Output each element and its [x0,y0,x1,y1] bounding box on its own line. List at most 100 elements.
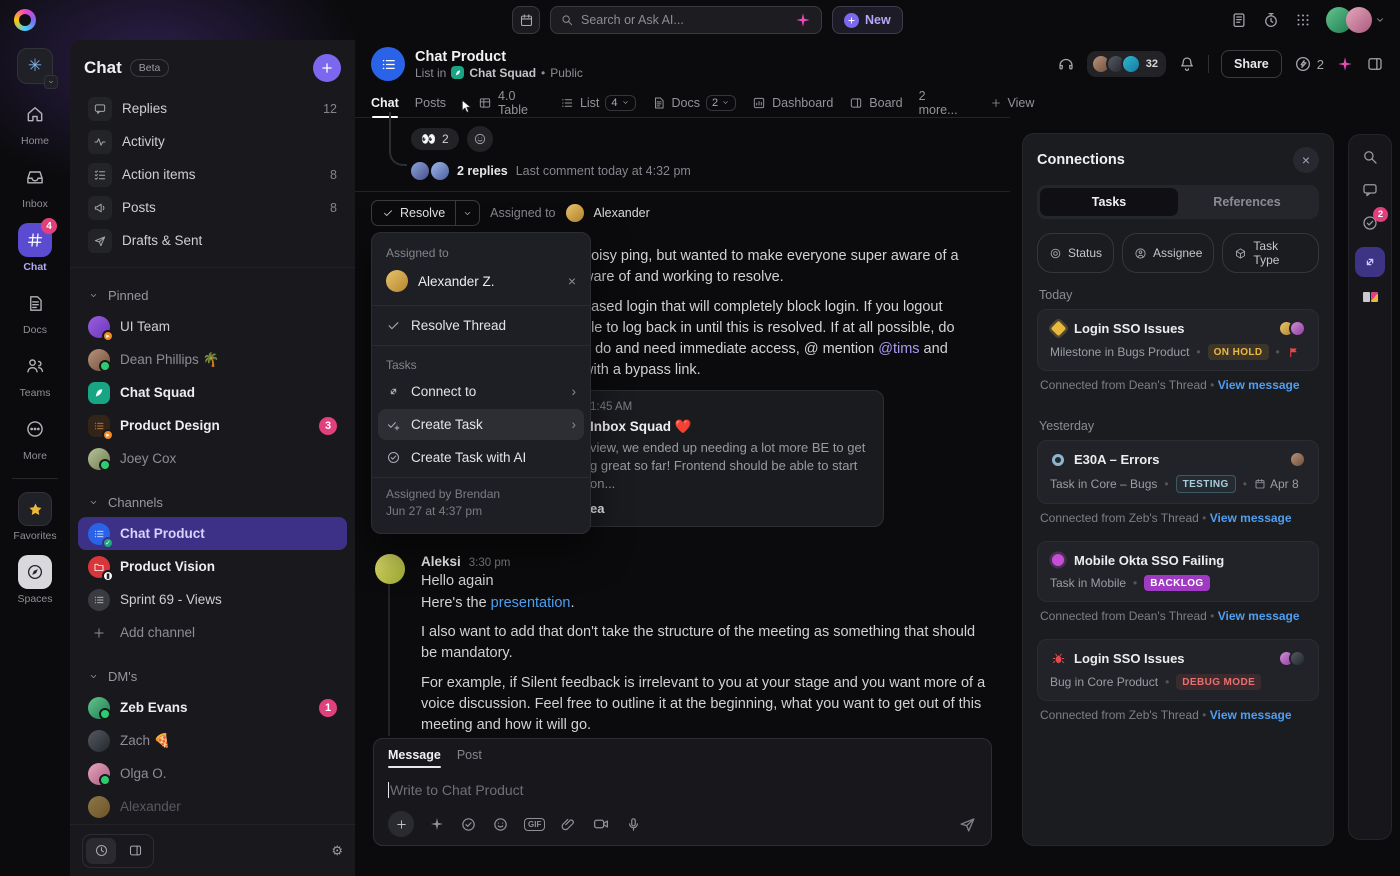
tab-board[interactable]: Board [849,88,902,117]
rail-item-inbox[interactable]: Inbox [18,160,52,210]
new-chat-button[interactable] [313,54,341,82]
rail-item-favorites[interactable]: Favorites [13,492,56,542]
rail-item-spaces[interactable]: Spaces [17,555,52,605]
resolve-dropdown-button[interactable] [455,201,479,225]
members-button[interactable]: 32 [1087,51,1166,77]
attach-plus-button[interactable] [388,811,414,837]
ai-sparkle-icon[interactable] [794,11,812,29]
search-icon[interactable] [1361,148,1379,166]
settings-gear-icon[interactable]: ⚙ [331,843,343,859]
sidebar-item-zach[interactable]: Zach 🍕 [78,724,347,757]
sidebar-item-posts[interactable]: Posts 8 [78,191,347,224]
tab-list[interactable]: List 4 [560,88,636,117]
action-items-icon[interactable]: 2 [1361,214,1379,232]
sidebar-item-action-items[interactable]: Action items 8 [78,158,347,191]
view-message-link[interactable]: View message [1210,708,1292,722]
microphone-icon[interactable] [625,816,642,833]
sidebar-item-alexander[interactable]: Alexander [78,790,347,823]
gif-button[interactable]: GIF [524,818,545,831]
sidebar-item-drafts-sent[interactable]: Drafts & Sent [78,224,347,257]
task-check-icon[interactable] [460,816,477,833]
notifications-bell-icon[interactable] [1178,55,1196,73]
tab-docs[interactable]: Docs 2 [652,88,737,117]
add-reaction-button[interactable] [467,126,493,152]
presentation-link[interactable]: presentation [491,595,571,611]
account-avatars[interactable] [1326,7,1386,33]
rail-item-docs[interactable]: Docs [18,286,52,336]
composer-input[interactable] [390,782,977,798]
menu-assignee-row[interactable]: Alexander Z. × [372,263,590,302]
tab-references[interactable]: References [1178,188,1316,216]
tab-dashboard[interactable]: Dashboard [752,88,833,117]
sidebar-item-chat-squad[interactable]: Chat Squad [78,376,347,409]
rail-item-teams[interactable]: Teams [18,349,52,399]
attachment-paperclip-icon[interactable] [560,816,577,833]
remove-assignee-icon[interactable]: × [568,273,576,289]
search-input[interactable] [581,13,787,27]
sidebar-item-olga[interactable]: Olga O. [78,757,347,790]
sidebar-item-product-vision[interactable]: ▮ Product Vision [78,550,347,583]
share-button[interactable]: Share [1221,50,1282,78]
add-channel-button[interactable]: Add channel [78,616,347,649]
menu-item-connect-to[interactable]: Connect to › [372,375,590,408]
sidebar-item-product-design[interactable]: ▸ Product Design 3 [78,409,347,442]
sidebar-item-ui-team[interactable]: ▸ UI Team [78,310,347,343]
tab-tasks[interactable]: Tasks [1040,188,1178,216]
view-message-link[interactable]: View message [1218,378,1300,392]
flash-activity-button[interactable]: 2 [1294,55,1324,73]
send-button[interactable] [958,815,977,834]
connection-card[interactable]: Mobile Okta SSO Failing Task in Mobile •… [1037,541,1319,602]
clickup-logo[interactable] [14,9,36,31]
comments-icon[interactable] [1361,181,1379,199]
tab-posts[interactable]: Posts [415,88,446,117]
sidebar-item-chat-product[interactable]: ✓ Chat Product [78,517,347,550]
sidebar-item-joey-cox[interactable]: Joey Cox [78,442,347,475]
section-channels[interactable]: Channels [70,487,355,517]
timer-icon[interactable] [1262,11,1280,29]
view-message-link[interactable]: View message [1210,511,1292,525]
reaction-pill[interactable]: 👀 2 [411,128,459,150]
panel-toggle-icon[interactable] [1366,55,1384,73]
rail-item-more[interactable]: More [18,412,52,462]
tabs-more[interactable]: 2 more... [919,88,958,117]
tab-table[interactable]: 4.0 Table [478,88,528,117]
ai-sparkle-icon[interactable] [1336,55,1354,73]
sidebar-item-zeb-evans[interactable]: Zeb Evans 1 [78,691,347,724]
thread-replies-row[interactable]: 2 replies Last comment today at 4:32 pm [411,162,691,180]
apps-grid-icon[interactable] [1294,11,1312,29]
sidebar-item-sprint-69-views[interactable]: Sprint 69 - Views [78,583,347,616]
section-dms[interactable]: DM's [70,661,355,691]
filter-status[interactable]: Status [1037,233,1114,273]
menu-item-create-task[interactable]: Create Task › [378,409,584,440]
assignee-name[interactable]: Alexander [594,206,650,220]
tags-icon[interactable] [1363,292,1378,302]
resolve-button[interactable]: Resolve [372,201,455,225]
author-name[interactable]: Aleksi [421,554,461,569]
filter-assignee[interactable]: Assignee [1122,233,1214,273]
huddle-headphones-icon[interactable] [1057,55,1075,73]
space-name[interactable]: Chat Squad [469,66,536,80]
section-pinned[interactable]: Pinned [70,280,355,310]
quoted-message-card[interactable]: 1:45 AM Inbox Squad ❤️ view, we ended up… [576,390,884,527]
close-icon[interactable]: × [1293,147,1319,173]
task-title[interactable]: E30A – Errors [1074,452,1281,467]
ai-sparkle-icon[interactable] [429,816,445,832]
view-message-link[interactable]: View message [1218,609,1300,623]
composer-tab-post[interactable]: Post [457,748,482,768]
calendar-button[interactable] [512,6,540,34]
menu-item-resolve-thread[interactable]: Resolve Thread [372,309,590,342]
emoji-icon[interactable] [492,816,509,833]
task-title[interactable]: Login SSO Issues [1074,321,1270,336]
list-view-toggle-button[interactable] [120,838,150,864]
sidebar-item-activity[interactable]: Activity [78,125,347,158]
task-title[interactable]: Mobile Okta SSO Failing [1074,553,1306,568]
filter-task-type[interactable]: Task Type [1222,233,1319,273]
replies-count[interactable]: 2 replies [457,164,508,178]
recent-toggle-button[interactable] [86,838,116,864]
list-count-pill[interactable]: 4 [605,95,635,111]
add-view-button[interactable]: View [990,88,1035,117]
notepad-icon[interactable] [1230,11,1248,29]
menu-item-create-task-ai[interactable]: Create Task with AI [372,441,590,474]
message-composer[interactable]: Message Post GIF [373,738,992,846]
sidebar-item-dean-phillips[interactable]: Dean Phillips 🌴 [78,343,347,376]
